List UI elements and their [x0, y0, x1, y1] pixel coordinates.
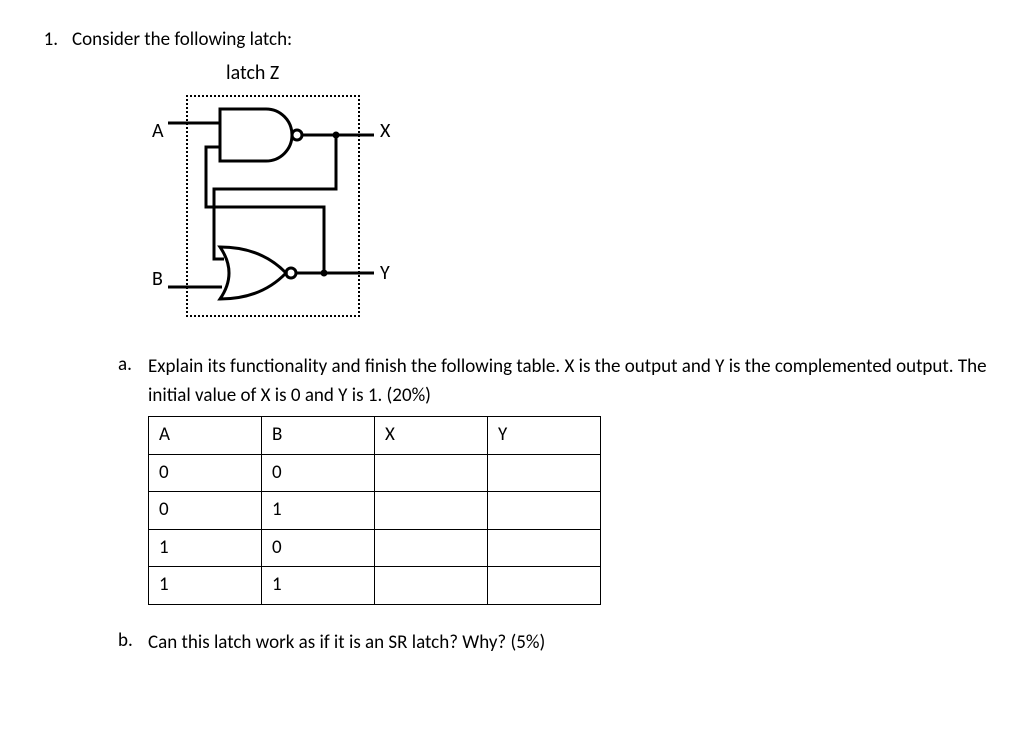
truth-table: A B X Y 0 0 0 1: [148, 416, 601, 605]
subpart-a-label: a.: [118, 353, 148, 376]
cell: 0: [149, 492, 262, 530]
label-output-x: X: [380, 119, 390, 143]
cell: [488, 567, 601, 605]
subpart-b-label: b.: [118, 629, 148, 652]
cell: [375, 454, 488, 492]
cell: [488, 454, 601, 492]
subpart-a: a. Explain its functionality and finish …: [118, 353, 1000, 605]
cell: 1: [262, 567, 375, 605]
cell: 0: [262, 454, 375, 492]
question-prompt: Consider the following latch:: [72, 28, 1000, 51]
label-input-b: B: [152, 267, 163, 291]
nor-gate-bottom: [220, 247, 296, 299]
cell: [375, 492, 488, 530]
cell: 0: [262, 529, 375, 567]
circuit-svg: [166, 89, 380, 321]
table-row: 1 0: [149, 529, 601, 567]
cell: 1: [262, 492, 375, 530]
th-x: X: [375, 417, 488, 455]
subpart-b-text: Can this latch work as if it is an SR la…: [148, 631, 545, 654]
cell: [488, 529, 601, 567]
cell: [375, 567, 488, 605]
table-row: 1 1: [149, 567, 601, 605]
subpart-a-body: Explain its functionality and finish the…: [148, 353, 1000, 605]
circuit-title: latch Z: [226, 61, 279, 85]
circuit-diagram: latch Z A B X Y: [120, 61, 460, 321]
subpart-a-text: Explain its functionality and finish the…: [148, 355, 987, 407]
table-row: 0 0: [149, 454, 601, 492]
table-row: 0 1: [149, 492, 601, 530]
table-row: A B X Y: [149, 417, 601, 455]
label-input-a: A: [152, 119, 164, 143]
cell: 0: [149, 454, 262, 492]
nand-gate-top: [220, 109, 302, 161]
wire-feedback-x-to-bottom: [214, 132, 340, 260]
th-a: A: [149, 417, 262, 455]
question-1: 1. Consider the following latch: latch Z…: [24, 28, 1000, 681]
question-number: 1.: [24, 28, 72, 51]
subparts: a. Explain its functionality and finish …: [118, 353, 1000, 657]
question-body: Consider the following latch: latch Z A …: [72, 28, 1000, 681]
label-output-y: Y: [380, 261, 390, 285]
cell: [375, 529, 488, 567]
th-b: B: [262, 417, 375, 455]
subpart-b-body: Can this latch work as if it is an SR la…: [148, 629, 1000, 658]
cell: [488, 492, 601, 530]
th-y: Y: [488, 417, 601, 455]
cell: 1: [149, 529, 262, 567]
cell: 1: [149, 567, 262, 605]
subpart-b: b. Can this latch work as if it is an SR…: [118, 629, 1000, 658]
